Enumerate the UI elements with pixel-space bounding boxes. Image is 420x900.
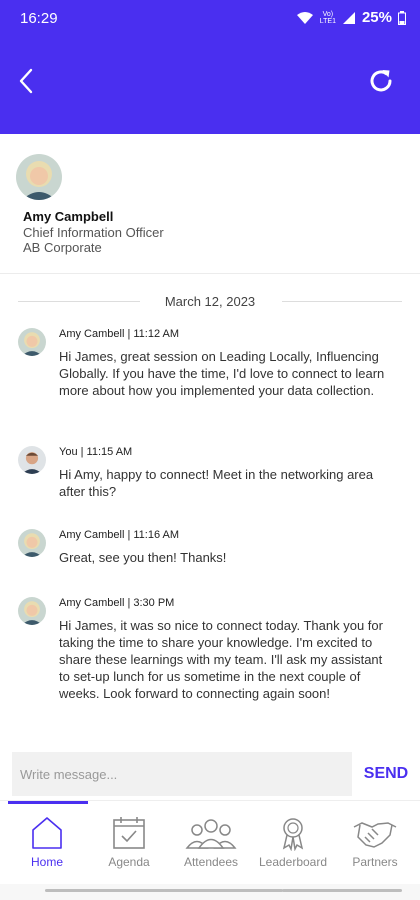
people-icon (185, 819, 237, 849)
network-top-label: Vo) (322, 10, 334, 18)
send-button[interactable]: SEND (356, 752, 416, 796)
status-icons: Vo) LTE1 25% (296, 9, 406, 26)
tab-label: Leaderboard (258, 855, 328, 869)
message-text: Great, see you then! Thanks! (59, 550, 227, 565)
message-composer: SEND (0, 750, 420, 802)
active-tab-indicator (8, 801, 88, 804)
contact-name: Amy Campbell (23, 209, 114, 224)
tab-partners[interactable]: Partners (333, 815, 417, 881)
tab-leaderboard[interactable]: Leaderboard (251, 815, 335, 881)
wifi-icon (296, 11, 313, 24)
contact-avatar[interactable] (16, 154, 62, 200)
nav-pill (163, 889, 283, 892)
contact-profile: Amy Campbell Chief Information Officer A… (0, 134, 420, 274)
tab-agenda[interactable]: Agenda (87, 815, 171, 881)
award-ribbon-icon (282, 818, 304, 851)
status-time: 16:29 (20, 10, 58, 27)
sender-avatar (18, 446, 46, 474)
tab-label: Partners (352, 855, 398, 869)
refresh-button[interactable] (364, 64, 398, 98)
system-nav-bar (0, 884, 420, 900)
home-icon (32, 817, 62, 849)
battery-level: 25% (361, 9, 392, 26)
nav-pill (282, 889, 402, 892)
message-meta: Amy Cambell | 3:30 PM (59, 597, 175, 609)
battery-icon (398, 10, 406, 25)
contact-title: Chief Information Officer (23, 225, 164, 240)
divider-line (282, 301, 402, 302)
tab-home[interactable]: Home (5, 815, 89, 881)
signal-icon (342, 11, 355, 24)
sender-avatar (18, 529, 46, 557)
message-meta: You | 11:15 AM (59, 446, 133, 458)
nav-pill (45, 889, 165, 892)
network-indicator: Vo) LTE1 (320, 11, 336, 25)
message-text: Hi James, it was so nice to connect toda… (59, 618, 383, 701)
sender-avatar (18, 328, 46, 356)
message-text: Hi James, great session on Leading Local… (59, 349, 385, 398)
message-input[interactable] (12, 752, 352, 796)
tab-label: Agenda (108, 855, 150, 869)
calendar-check-icon (113, 817, 145, 849)
status-bar: 16:29 Vo) LTE1 25% (0, 0, 420, 36)
chevron-left-icon (19, 68, 33, 94)
tab-label: Home (30, 855, 63, 869)
tab-label: Attendees (183, 855, 239, 869)
tab-attendees[interactable]: Attendees (169, 815, 253, 881)
message-text: Hi Amy, happy to connect! Meet in the ne… (59, 467, 374, 499)
back-button[interactable] (12, 64, 46, 98)
sender-avatar (18, 597, 46, 625)
message-meta: Amy Cambell | 11:12 AM (59, 328, 180, 340)
message-meta: Amy Cambell | 11:16 AM (59, 529, 180, 541)
refresh-icon (370, 70, 392, 92)
handshake-icon (353, 822, 397, 848)
app-header: 16:29 Vo) LTE1 25% (0, 0, 420, 134)
contact-company: AB Corporate (23, 240, 102, 255)
network-bottom-label: LTE1 (319, 17, 336, 25)
date-separator: March 12, 2023 (0, 292, 420, 312)
bottom-tab-bar: Home Agenda Attendees Leaderboard Partne… (0, 800, 420, 884)
